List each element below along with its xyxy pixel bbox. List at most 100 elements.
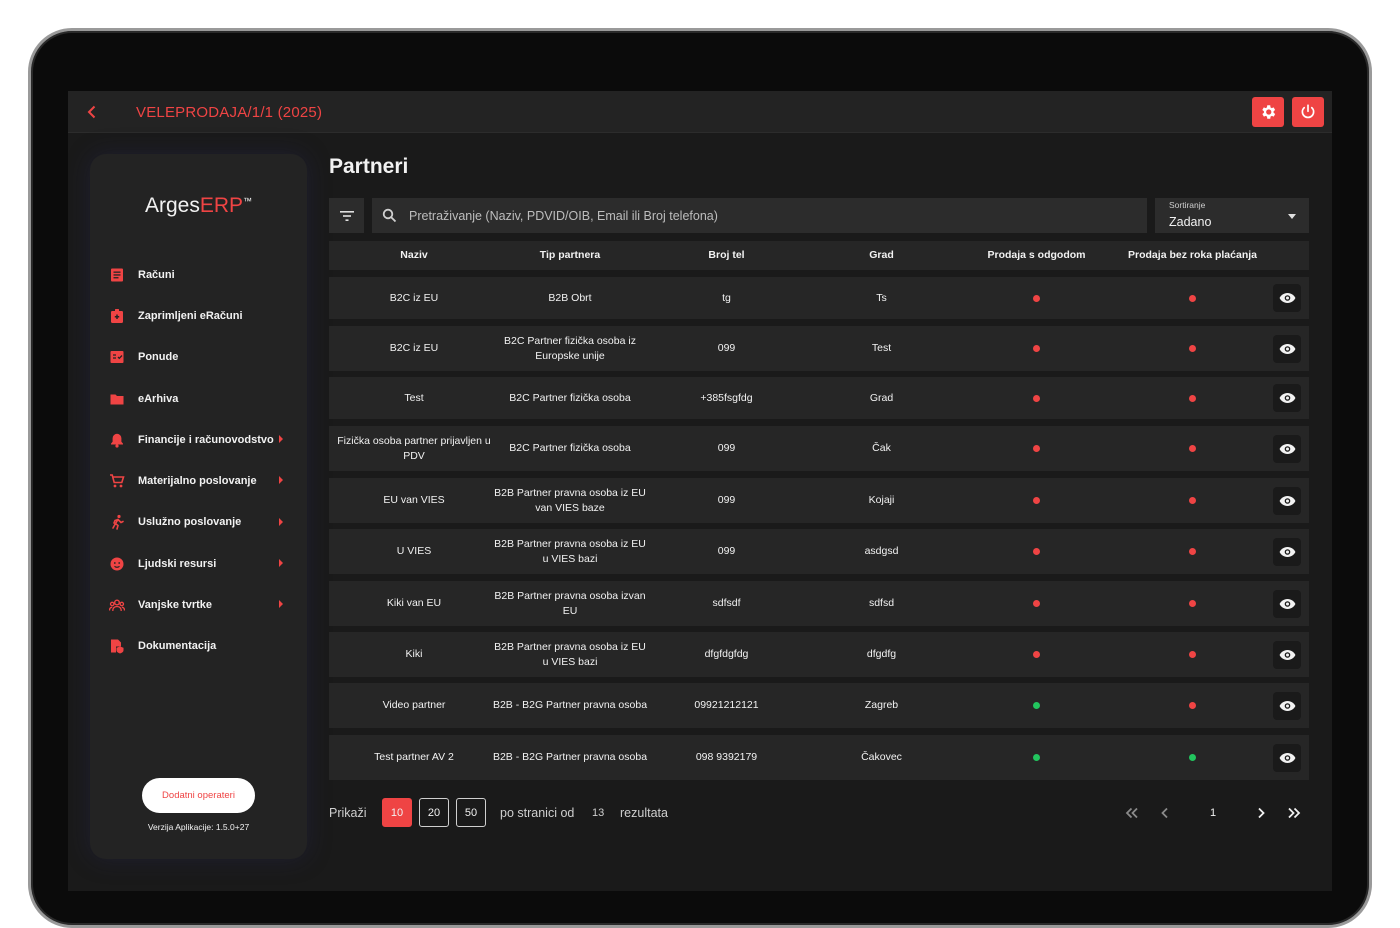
logout-button[interactable]	[1292, 97, 1324, 127]
view-button[interactable]	[1273, 537, 1301, 566]
sort-value: Zadano	[1169, 215, 1212, 229]
cell-naziv: Test	[404, 391, 424, 404]
sidebar-item-label: eArhiva	[138, 392, 179, 405]
status-dot	[1189, 497, 1196, 504]
sidebar-item-uslužno-poslovanje[interactable]: Uslužno poslovanje	[90, 502, 307, 543]
cell-bez_roka	[1115, 377, 1270, 419]
table-row[interactable]: Video partner B2B - B2G Partner pravna os…	[329, 683, 1309, 728]
filter-icon	[339, 210, 354, 221]
sidebar-item-dokumentacija[interactable]: Dokumentacija	[90, 626, 307, 667]
view-button[interactable]	[1273, 743, 1301, 772]
table-row[interactable]: B2C iz EU B2C Partner fizička osoba iz Eu…	[329, 326, 1309, 371]
page-size-10[interactable]: 10	[382, 798, 412, 827]
cell-naziv: Fizička osoba partner prijavljen u PDV	[337, 435, 491, 462]
table-row[interactable]: B2C iz EU B2B Obrt tg Ts	[329, 277, 1309, 319]
cell-naziv: B2C iz EU	[389, 291, 439, 304]
eye-icon	[1279, 649, 1295, 660]
cell-tel: 099	[717, 342, 736, 355]
cell-bez_roka	[1115, 683, 1270, 728]
cell-tel: 099	[717, 494, 736, 507]
cell-odgoda	[959, 277, 1114, 319]
eye-icon	[1279, 598, 1295, 609]
caret-right-icon	[279, 476, 283, 485]
additional-operators-button[interactable]: Dodatni operateri	[142, 778, 255, 813]
cell-naziv: B2C iz EU	[389, 342, 439, 355]
cell-tip: B2C Partner fizička osoba	[509, 442, 631, 455]
view-button[interactable]	[1273, 434, 1301, 463]
search-field[interactable]	[372, 198, 1147, 233]
eye-icon	[1279, 293, 1295, 303]
previous-page-button[interactable]	[1156, 804, 1174, 822]
chevron-left-icon	[1161, 807, 1168, 819]
table-row[interactable]: Fizička osoba partner prijavljen u PDV B2…	[329, 426, 1309, 471]
table-header: Naziv Tip partnera Broj tel Grad Prodaja s o…	[329, 241, 1309, 270]
sidebar-item-zaprimljeni-eračuni[interactable]: Zaprimljeni eRačuni	[90, 295, 307, 336]
group-icon	[108, 596, 126, 614]
face-icon	[108, 555, 126, 573]
table-row[interactable]: EU van VIES B2B Partner pravna osoba iz E…	[329, 478, 1309, 523]
cell-bez_roka	[1115, 581, 1270, 626]
sidebar-item-ponude[interactable]: Ponude	[90, 337, 307, 378]
eye-icon	[1279, 443, 1295, 454]
settings-button[interactable]	[1252, 97, 1284, 127]
top-bar: VELEPRODAJA/1/1 (2025)	[68, 91, 1332, 133]
cell-grad: Čakovec	[861, 751, 902, 764]
caret-right-icon	[279, 435, 283, 444]
table-row[interactable]: Kiki B2B Partner pravna osoba iz EU u VIE…	[329, 632, 1309, 677]
view-button[interactable]	[1273, 691, 1301, 720]
cell-tel: tg	[722, 291, 731, 304]
page-size-20[interactable]: 20	[419, 798, 449, 827]
app-title: VELEPRODAJA/1/1 (2025)	[136, 104, 323, 121]
cell-tel: 099	[717, 545, 736, 558]
cell-grad: Čak	[872, 442, 891, 455]
folder-icon	[108, 390, 126, 408]
column-header: Prodaja s odgodom	[987, 249, 1086, 261]
last-page-button[interactable]	[1285, 804, 1303, 822]
page-size-50[interactable]: 50	[456, 798, 486, 827]
sidebar-item-earhiva[interactable]: eArhiva	[90, 378, 307, 419]
sidebar-item-financije-i-računovodstvo[interactable]: Financije i računovodstvo	[90, 419, 307, 460]
caret-right-icon	[279, 559, 283, 568]
next-page-button[interactable]	[1252, 804, 1270, 822]
back-button[interactable]	[80, 100, 104, 124]
cell-grad: Ts	[876, 291, 887, 304]
view-button[interactable]	[1273, 334, 1301, 363]
sidebar-item-label: Financije i računovodstvo	[138, 433, 274, 446]
view-button[interactable]	[1273, 486, 1301, 515]
table-row[interactable]: Test B2C Partner fizička osoba +385fsgfdg G…	[329, 377, 1309, 419]
sidebar-item-label: Ljudski resursi	[138, 557, 217, 570]
view-button[interactable]	[1273, 640, 1301, 669]
cell-bez_roka	[1115, 277, 1270, 319]
sidebar-item-vanjske-tvrtke[interactable]: Vanjske tvrtke	[90, 584, 307, 625]
table-row[interactable]: Test partner AV 2 B2B - B2G Partner pravn…	[329, 735, 1309, 780]
status-dot	[1189, 702, 1196, 709]
view-button[interactable]	[1273, 384, 1301, 412]
table-row[interactable]: U VIES B2B Partner pravna osoba iz EU u V…	[329, 529, 1309, 574]
cell-tip: B2C Partner fizička osoba	[509, 391, 631, 404]
cell-naziv: EU van VIES	[383, 494, 445, 507]
inbox-icon	[108, 307, 126, 325]
filter-button[interactable]	[329, 198, 364, 233]
sidebar-item-računi[interactable]: Računi	[90, 254, 307, 295]
sort-select[interactable]: Sortiranje Zadano	[1155, 198, 1309, 233]
first-page-button[interactable]	[1123, 804, 1141, 822]
sidebar-item-ljudski-resursi[interactable]: Ljudski resursi	[90, 543, 307, 584]
cell-naziv: Kiki	[405, 648, 423, 661]
view-button[interactable]	[1273, 589, 1301, 618]
eye-icon	[1279, 546, 1295, 557]
cell-tip: B2B Partner pravna osoba iz EU u VIES ba…	[494, 641, 646, 668]
sidebar-item-label: Zaprimljeni eRačuni	[138, 309, 243, 322]
cell-odgoda	[959, 735, 1114, 780]
cell-tip: B2B - B2G Partner pravna osoba	[492, 751, 648, 764]
cell-tip: B2B Partner pravna osoba iz EU u VIES ba…	[494, 538, 646, 565]
view-button[interactable]	[1273, 284, 1301, 312]
cell-odgoda	[959, 377, 1114, 419]
sidebar-item-label: Računi	[138, 268, 175, 281]
cell-bez_roka	[1115, 529, 1270, 574]
cell-tel: 099	[717, 442, 736, 455]
table-row[interactable]: Kiki van EU B2B Partner pravna osoba izva…	[329, 581, 1309, 626]
sidebar-item-materijalno-poslovanje[interactable]: Materijalno poslovanje	[90, 460, 307, 501]
cell-odgoda	[959, 683, 1114, 728]
search-input[interactable]	[409, 208, 1109, 223]
column-header: Grad	[869, 249, 894, 261]
